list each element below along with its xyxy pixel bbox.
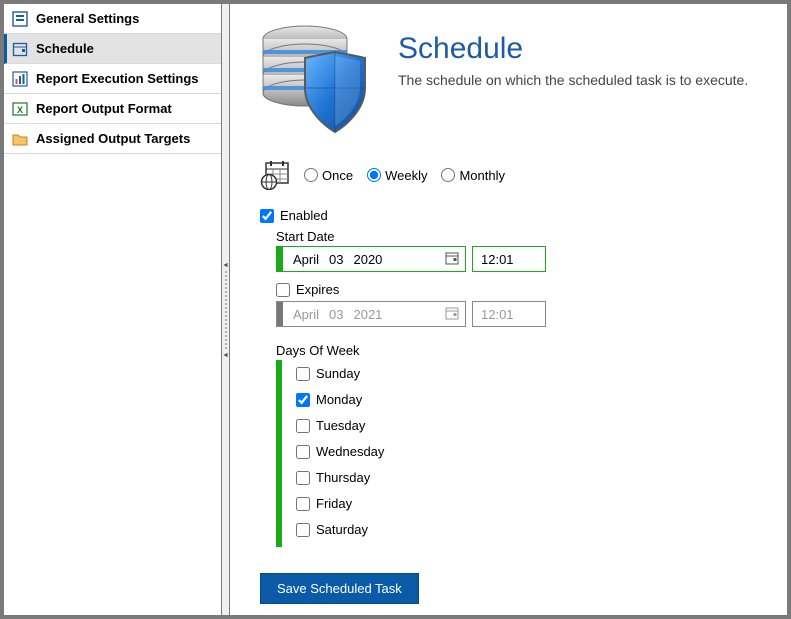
calendar-picker-icon[interactable] [439,306,465,323]
start-time-input[interactable]: 12:01 [472,246,546,272]
frequency-monthly[interactable]: Monthly [441,168,505,183]
expires-time-input[interactable]: 12:01 [472,301,546,327]
expires-date-day: 03 [329,307,343,322]
expires-checkbox[interactable] [276,283,290,297]
sidebar-item-general-settings[interactable]: General Settings [4,4,221,34]
calendar-icon [12,41,28,57]
dow-monday[interactable]: Monday [296,392,757,407]
dow-saturday[interactable]: Saturday [296,522,757,537]
dow-wednesday[interactable]: Wednesday [296,444,757,459]
radio-label: Monthly [459,168,505,183]
enabled-checkbox-row[interactable]: Enabled [260,208,757,223]
dow-label: Tuesday [316,418,365,433]
dow-tuesday[interactable]: Tuesday [296,418,757,433]
dow-friday[interactable]: Friday [296,496,757,511]
header-text: Schedule The schedule on which the sched… [398,14,748,88]
expires-date-picker[interactable]: April 03 2021 [276,301,466,327]
sidebar-item-label: Report Execution Settings [36,71,199,86]
content-area: Once Weekly Monthly Enabled Start Date [230,144,787,614]
days-of-week-label: Days Of Week [276,343,757,358]
dow-label: Wednesday [316,444,384,459]
sidebar-item-report-execution[interactable]: Report Execution Settings [4,64,221,94]
radio-once[interactable] [304,168,318,182]
enabled-label: Enabled [280,208,328,223]
start-date-month: April [293,252,319,267]
sidebar-item-label: General Settings [36,11,139,26]
checkbox-thursday[interactable] [296,471,310,485]
frequency-row: Once Weekly Monthly [260,160,757,190]
sidebar-item-label: Assigned Output Targets [36,131,190,146]
sidebar: General Settings Schedule Report Executi… [4,4,222,615]
frequency-once[interactable]: Once [304,168,353,183]
sidebar-item-schedule[interactable]: Schedule [4,34,221,64]
checkbox-tuesday[interactable] [296,419,310,433]
radio-label: Once [322,168,353,183]
chart-icon [12,71,28,87]
app-window: General Settings Schedule Report Executi… [0,0,791,619]
dow-label: Thursday [316,470,370,485]
enabled-checkbox[interactable] [260,209,274,223]
start-date-year: 2020 [353,252,382,267]
sidebar-item-label: Report Output Format [36,101,172,116]
dow-sunday[interactable]: Sunday [296,366,757,381]
start-time-value: 12:01 [481,252,514,267]
page-subtitle: The schedule on which the scheduled task… [398,72,748,88]
sidebar-item-report-output-format[interactable]: X Report Output Format [4,94,221,124]
sidebar-item-label: Schedule [36,41,94,56]
settings-icon [12,11,28,27]
start-date-row: April 03 2020 12:01 [276,246,757,272]
schedule-hero-icon [250,14,380,144]
checkbox-friday[interactable] [296,497,310,511]
expires-date-row: April 03 2021 12:01 [276,301,757,327]
splitter-handle[interactable]: ◄ ◄ [222,4,230,615]
radio-monthly[interactable] [441,168,455,182]
dow-label: Monday [316,392,362,407]
days-of-week-box: Sunday Monday Tuesday Wednesday Thursday… [276,360,757,547]
calendar-globe-icon [260,160,290,190]
page-header: Schedule The schedule on which the sched… [230,4,787,144]
main-panel: Schedule The schedule on which the sched… [230,4,787,615]
start-date-label: Start Date [276,229,757,244]
expires-date-year: 2021 [353,307,382,322]
checkbox-monday[interactable] [296,393,310,407]
frequency-weekly[interactable]: Weekly [367,168,427,183]
expires-label: Expires [296,282,339,297]
save-scheduled-task-button[interactable]: Save Scheduled Task [260,573,419,604]
start-date-picker[interactable]: April 03 2020 [276,246,466,272]
expires-checkbox-row[interactable]: Expires [276,282,757,297]
folder-icon [12,131,28,147]
days-of-week-section: Days Of Week Sunday Monday Tuesday Wedne… [276,343,757,547]
page-title: Schedule [398,32,748,66]
radio-weekly[interactable] [367,168,381,182]
checkbox-wednesday[interactable] [296,445,310,459]
dow-label: Sunday [316,366,360,381]
svg-text:X: X [17,105,23,115]
calendar-picker-icon[interactable] [439,251,465,268]
dow-label: Friday [316,496,352,511]
sidebar-item-assigned-output-targets[interactable]: Assigned Output Targets [4,124,221,154]
grip-dots [224,270,228,350]
checkbox-saturday[interactable] [296,523,310,537]
dow-label: Saturday [316,522,368,537]
expires-time-value: 12:01 [481,307,514,322]
dow-thursday[interactable]: Thursday [296,470,757,485]
excel-icon: X [12,101,28,117]
chevron-left-icon: ◄ [222,262,229,269]
expires-date-month: April [293,307,319,322]
chevron-left-icon: ◄ [222,352,229,359]
checkbox-sunday[interactable] [296,367,310,381]
radio-label: Weekly [385,168,427,183]
start-date-day: 03 [329,252,343,267]
